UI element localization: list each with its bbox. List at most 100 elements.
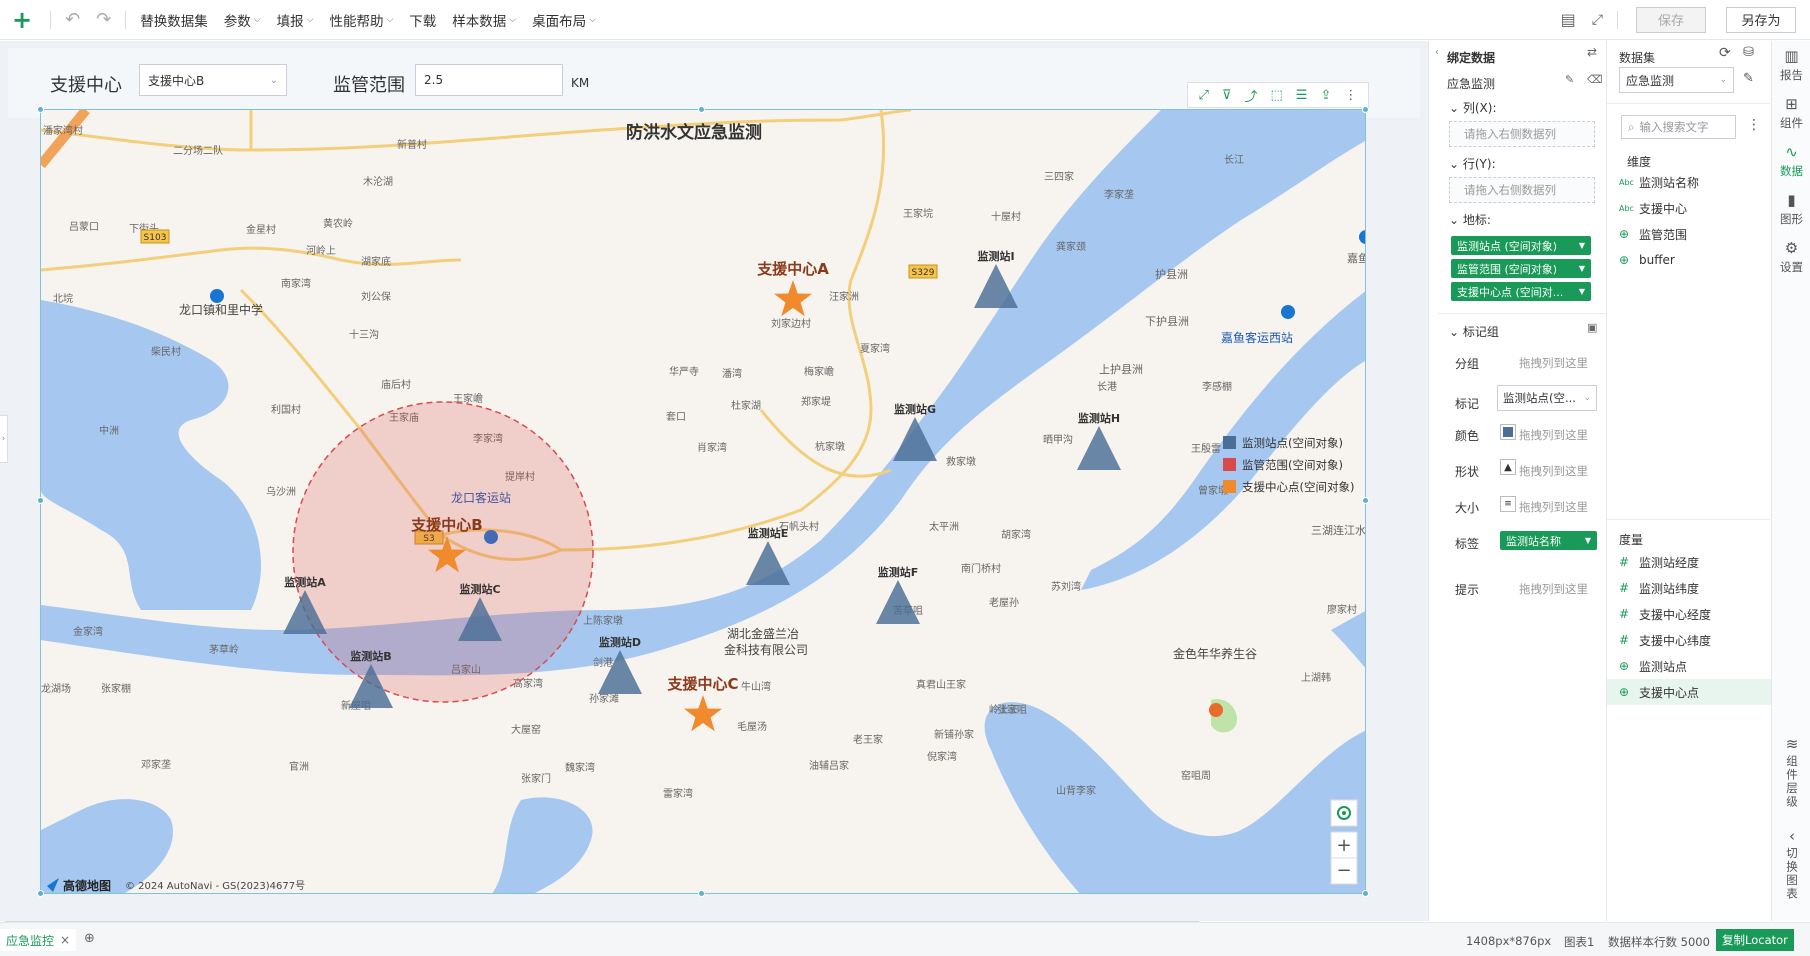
resize-handle[interactable] [1362,497,1369,504]
measure-field[interactable]: ⊕ 支援中心点 [1607,679,1771,705]
copy-locator-button[interactable]: 复制Locator [1716,929,1794,951]
undo-icon[interactable]: ↶ [57,0,88,40]
resize-handle[interactable] [1362,890,1369,897]
collapse-icon[interactable]: ‹ [1435,47,1439,58]
side-bottom-tab-1[interactable]: ‹ 切换图表 [1772,827,1810,901]
select-icon[interactable]: ⬚ [1270,88,1282,103]
edit-source-icon[interactable]: ✎ [1565,73,1574,86]
dataset-manage-icon[interactable]: ⛁ [1743,45,1754,60]
drill-icon[interactable]: ⤴ [1244,86,1257,105]
shape-drop[interactable]: 拖拽列到这里 [1519,463,1588,479]
field-search-input[interactable]: ⌕ 输入搜索文字 [1621,115,1736,139]
side-tab-1[interactable]: ⊞ 组件 [1772,95,1810,131]
menu-1[interactable]: 参数 ⌵ [216,0,269,40]
dataset-select[interactable]: 应急监测 ⌄ [1619,67,1734,93]
menu-2[interactable]: 填报 ⌵ [269,0,322,40]
menu-5[interactable]: 样本数据 ⌵ [444,0,524,40]
add-sheet-icon[interactable]: ⊕ [84,931,95,946]
map-widget[interactable]: 防洪水文应急监测 潘家湾村二分场二队新普村木沦湖吕蒙口下街头金星村黄农岭河岭上湖… [40,109,1366,894]
side-tab-2[interactable]: ∿ 数据 [1772,143,1810,179]
menu-0[interactable]: 替换数据集 [132,0,216,40]
switch-icon[interactable]: ⇄ [1587,45,1597,59]
resize-handle[interactable] [698,106,705,113]
top-toolbar: + ↶ ↷ 替换数据集 参数 ⌵ 填报 ⌵ 性能帮助 ⌵ 下载 样本数据 ⌵ 桌面布局 ⌵ ▤ ⤢ 保… [0,0,1810,40]
edit-dataset-icon[interactable]: ✎ [1743,71,1754,86]
station-label: 监测站B [350,649,391,663]
side-tab-0[interactable]: ▥ 报告 [1772,47,1810,83]
menu-6[interactable]: 桌面布局 ⌵ [524,0,604,40]
place-label: 三湖连江水 [1311,524,1366,537]
size-drop[interactable]: 拖拽列到这里 [1519,499,1588,515]
number-type-icon: # [1619,633,1630,647]
expand-icon[interactable]: ⤢ [1199,88,1209,103]
place-label: 上护县洲 [1099,362,1143,376]
resize-handle[interactable] [37,890,44,897]
marker-group-icon[interactable]: ▣ [1587,321,1597,334]
geo-chip[interactable]: 支援中心点 (空间对... ▼ [1451,282,1591,301]
data-icon: ∿ [1785,143,1798,161]
place-label: 太平洲 [929,520,959,533]
menu-4[interactable]: 下载 [401,0,444,40]
redo-icon[interactable]: ↷ [88,0,119,40]
close-icon[interactable]: × [60,933,70,947]
place-label: 金星村 [246,223,276,236]
list-icon[interactable]: ☰ [1296,88,1308,103]
geo-chip-list: 监测站点 (空间对象) ▼ 监管范围 (空间对象) ▼ 支援中心点 (空间对... ▼ [1451,236,1591,305]
filter-icon[interactable]: ⊽ [1222,88,1232,103]
rows-drop-zone[interactable]: 请拖入右侧数据列 [1449,177,1595,203]
triangle-shape-icon[interactable]: ▲ [1500,459,1516,475]
dimension-title: 维度 [1627,155,1652,169]
range-input[interactable]: 2.5 [415,64,563,96]
place-label: 窑咀周 [1181,769,1211,782]
group-drop[interactable]: 拖拽列到这里 [1519,355,1588,371]
add-icon[interactable]: + [0,0,44,40]
place-label: 嘉鱼客运西站 [1221,330,1293,345]
measure-field[interactable]: ⊕ 监测站点 [1607,653,1771,679]
menu-3[interactable]: 性能帮助 ⌵ [321,0,401,40]
color-swatch-icon[interactable] [1500,424,1516,440]
measure-field[interactable]: # 监测站纬度 [1607,575,1771,601]
legend-item[interactable]: 支援中心点(空间对象) [1223,480,1354,494]
resize-handle[interactable] [698,890,705,897]
more-options-icon[interactable]: ⋮ [1747,117,1761,133]
save-button[interactable]: 保存 [1636,6,1706,33]
dimension-field[interactable]: Abc 监测站名称 [1607,169,1771,195]
dimension-field[interactable]: ⊕ buffer [1607,247,1771,273]
dimension-field[interactable]: ⊕ 监管范围 [1607,221,1771,247]
more-icon[interactable]: ⋮ [1344,88,1357,103]
fullscreen-icon[interactable]: ⤢ [1584,0,1611,40]
save-as-button[interactable]: 另存为 [1726,6,1796,33]
tip-drop[interactable]: 拖拽列到这里 [1519,581,1588,597]
measure-field[interactable]: # 支援中心经度 [1607,601,1771,627]
clear-source-icon[interactable]: ⌫ [1587,73,1603,86]
search-placeholder: 输入搜索文字 [1639,120,1709,134]
dimension-field[interactable]: Abc 支援中心 [1607,195,1771,221]
measure-field[interactable]: # 监测站经度 [1607,549,1771,575]
center-label: 支援中心A [756,260,829,278]
side-tab-3[interactable]: ▮ 图形 [1772,191,1810,227]
resize-handle[interactable] [37,106,44,113]
mark-select[interactable]: 监测站点(空... ⌄ [1497,385,1597,411]
side-bottom-tab-0[interactable]: ≋ 组件层级 [1772,735,1810,809]
color-drop[interactable]: 拖拽列到这里 [1519,427,1588,443]
export-icon[interactable]: ⇪ [1320,88,1331,103]
geo-chip[interactable]: 监测站点 (空间对象) ▼ [1451,236,1591,255]
cols-drop-zone[interactable]: 请拖入右侧数据列 [1449,121,1595,147]
geo-chip[interactable]: 监管范围 (空间对象) ▼ [1451,259,1591,278]
center-select-value: 支援中心B [148,73,205,88]
measure-field[interactable]: # 支援中心纬度 [1607,627,1771,653]
center-label: 支援中心B [410,516,482,534]
center-select[interactable]: 支援中心B ⌄ [139,64,287,96]
preview-icon[interactable]: ▤ [1553,0,1584,40]
resize-handle[interactable] [1362,106,1369,113]
sheet-tab[interactable]: 应急监控 × [0,929,77,951]
side-tab-4[interactable]: ⚙ 设置 [1772,239,1810,275]
place-label: 倪家湾 [927,750,957,763]
left-collapse-handle[interactable]: › [0,415,8,463]
place-label: 套口 [666,410,686,423]
refresh-icon[interactable]: ⟳ [1719,45,1731,61]
resize-handle[interactable] [37,497,44,504]
size-slider-icon[interactable]: ≡ [1500,496,1516,512]
tag-chip[interactable]: 监测站名称 ▼ [1500,531,1597,550]
shape-label: 形状 [1455,465,1480,479]
